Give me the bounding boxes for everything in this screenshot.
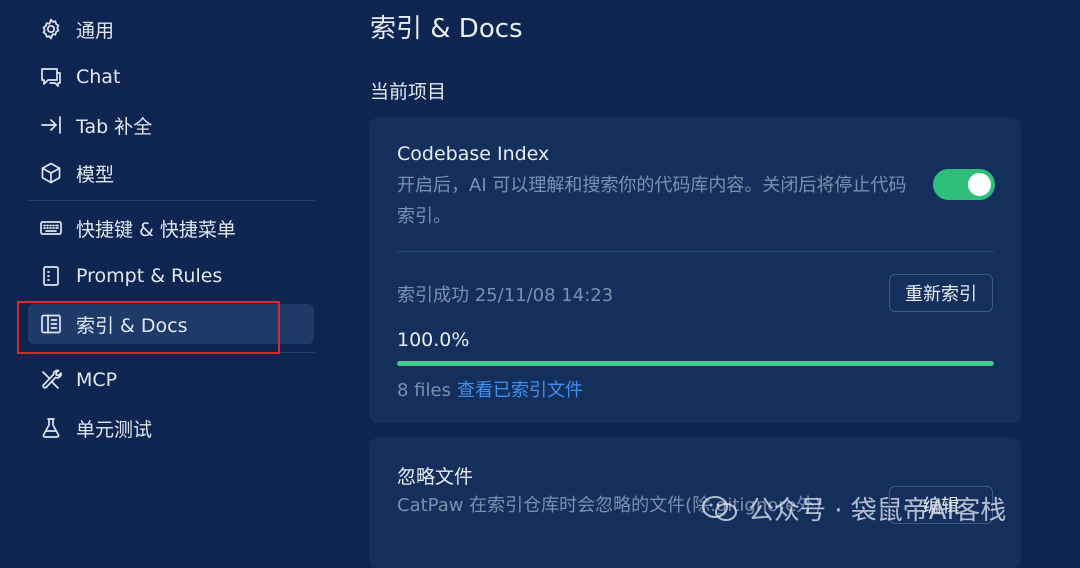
tab-arrow-icon [38, 112, 64, 138]
watermark-text: 公众号 · 袋鼠帝AI客栈 [748, 496, 1007, 526]
cube-icon [38, 160, 64, 186]
wechat-icon [702, 495, 737, 521]
sidebar-item-mcp[interactable]: MCP [28, 360, 314, 400]
sidebar-item-unit-tests[interactable]: 单元测试 [28, 408, 314, 448]
sidebar-item-general[interactable]: 通用 [28, 9, 314, 49]
sidebar-item-shortcuts[interactable]: 快捷键 & 快捷菜单 [28, 208, 314, 248]
indexed-files-line: 8 files 查看已索引文件 [397, 376, 583, 402]
notebook-icon [38, 263, 64, 289]
section-title: 当前项目 [370, 81, 447, 103]
index-status: 索引成功 25/11/08 14:23 [397, 285, 614, 306]
annotation-highlight-box [17, 301, 280, 354]
sidebar-item-chat[interactable]: Chat [28, 57, 314, 97]
sidebar-item-label: Chat [76, 66, 121, 88]
flask-icon [38, 415, 64, 441]
sidebar-item-label: MCP [76, 369, 118, 391]
files-count: 8 files [397, 380, 451, 401]
codebase-index-card: Codebase Index 开启后，AI 可以理解和搜索你的代码库内容。关闭后… [369, 118, 1021, 423]
sidebar-item-label: Tab 补全 [76, 115, 153, 138]
page-title: 索引 & Docs [370, 14, 523, 44]
keyboard-icon [38, 215, 64, 241]
sidebar-item-prompt-rules[interactable]: Prompt & Rules [28, 256, 314, 296]
sidebar-item-tab-completion[interactable]: Tab 补全 [28, 105, 314, 145]
card-divider [397, 251, 994, 252]
ignore-files-heading: 忽略文件 [397, 466, 474, 488]
sidebar-item-label: 通用 [76, 19, 115, 42]
codebase-index-description: 开启后，AI 可以理解和搜索你的代码库内容。关闭后将停止代码索引。 [397, 175, 907, 227]
sidebar-item-label: Prompt & Rules [76, 265, 223, 287]
sidebar-item-label: 单元测试 [76, 418, 153, 441]
reindex-button[interactable]: 重新索引 [889, 274, 993, 312]
codebase-index-toggle[interactable] [933, 169, 995, 200]
toggle-knob [968, 173, 991, 196]
watermark: 公众号 · 袋鼠帝AI客栈 [700, 490, 1006, 527]
progress-bar-fill [397, 361, 994, 366]
settings-sidebar: 通用 Chat Tab 补全 模型 快捷键 & 快捷菜单 Prompt & Ru… [0, 0, 340, 554]
progress-percent: 100.0% [397, 329, 470, 351]
gear-icon [38, 16, 64, 42]
sidebar-divider [28, 200, 315, 201]
view-indexed-files-link[interactable]: 查看已索引文件 [457, 380, 583, 401]
codebase-index-heading: Codebase Index [397, 143, 550, 165]
progress-bar [397, 361, 994, 366]
tools-icon [38, 367, 64, 393]
sidebar-item-label: 快捷键 & 快捷菜单 [76, 218, 236, 241]
sidebar-item-label: 模型 [76, 163, 115, 186]
sidebar-item-models[interactable]: 模型 [28, 153, 314, 193]
chat-bubble-icon [38, 64, 64, 90]
